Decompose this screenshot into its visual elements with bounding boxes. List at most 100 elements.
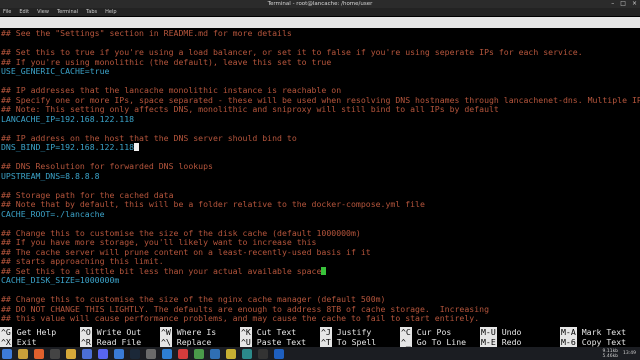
bluetooth-icon[interactable] — [274, 348, 284, 359]
terminal2-icon[interactable] — [258, 348, 268, 359]
vm-icon[interactable] — [210, 348, 220, 359]
shortcut-item: M-E Redo — [480, 337, 521, 347]
shortcut-label: Justify — [336, 327, 372, 337]
shortcut-key: ^T — [320, 337, 332, 347]
shortcut-item: ^R Read File — [80, 337, 141, 347]
taskbar-icons — [2, 348, 290, 359]
menu-help[interactable]: Help — [105, 8, 116, 16]
shortcut-label: Redo — [501, 337, 522, 347]
shortcut-item: ^\ Replace — [160, 337, 211, 347]
line-text: CACHE_DISK_SIZE=1000000m — [1, 276, 120, 285]
menu-terminal[interactable]: Terminal — [57, 8, 78, 16]
shortcut-label: Go To Line — [416, 337, 467, 347]
close-button[interactable]: × — [632, 0, 637, 8]
comment-line: ## Note that by default, this will be a … — [0, 200, 640, 210]
shortcut-item: M-U Undo — [480, 327, 521, 337]
media-icon[interactable] — [178, 348, 188, 359]
apps-icon[interactable] — [2, 348, 12, 359]
menu-tabs[interactable]: Tabs — [86, 8, 97, 16]
shortcut-key: ^W — [160, 327, 172, 337]
shortcut-key: M-U — [480, 327, 497, 337]
comment-line: ## The cache server will prune content o… — [0, 248, 640, 258]
maximize-button[interactable]: □ — [620, 0, 626, 8]
shortcut-label: Undo — [501, 327, 522, 337]
game-icon[interactable] — [194, 348, 204, 359]
line-text: ## Specify one or more IPs, space separa… — [1, 95, 640, 105]
line-text: ## If you have more storage, you'll like… — [1, 238, 317, 247]
line-text: ## Note that by default, this will be a … — [1, 200, 425, 209]
shortcut-key: ^_ — [400, 337, 412, 347]
setting-line: LANCACHE_IP=192.168.122.118 — [0, 115, 640, 125]
menu-edit[interactable]: Edit — [19, 8, 29, 16]
shortcut-item: M-A Mark Text — [560, 327, 626, 337]
nano-header: GNU nano 4.8 .env Modified — [0, 17, 640, 60]
window-controls: – □ × — [611, 0, 637, 8]
folder-icon[interactable] — [66, 348, 76, 359]
line-text: ## DNS Resolution for forwarded DNS look… — [1, 162, 213, 171]
line-text: ## IP address on the host that the DNS s… — [1, 133, 297, 143]
shortcut-key: M-6 — [560, 337, 577, 347]
shortcut-key: ^G — [0, 327, 12, 337]
files-icon[interactable] — [18, 348, 28, 359]
comment-line: ## Note: This setting only affects DNS, … — [0, 105, 640, 115]
line-text: USE_GENERIC_CACHE=true — [1, 67, 110, 76]
comment-line: ## Storage path for the cached data — [0, 191, 640, 201]
setting-line: CACHE_DISK_SIZE=1000000m — [0, 276, 640, 286]
settings-icon[interactable] — [146, 348, 156, 359]
discord-icon[interactable] — [98, 348, 108, 359]
line-text: ## starts approaching this limit. — [1, 257, 164, 266]
shortcut-label: Exit — [16, 337, 37, 347]
shortcut-key: ^U — [240, 337, 252, 347]
menu-bar: File Edit View Terminal Tabs Help — [0, 8, 640, 16]
shortcut-item: ^_ Go To Line — [400, 337, 466, 347]
shortcut-item: M-6 Copy Text — [560, 337, 626, 347]
setting-line: CACHE_ROOT=./lancache — [0, 210, 640, 220]
shortcut-item: ^W Where Is — [160, 327, 216, 337]
system-tray: 9.11kb 5.46kb 13:49 — [603, 347, 636, 360]
line-text: ## If you're using monolithic (the defau… — [1, 57, 332, 67]
comment-line: ## Set this to a little bit less than yo… — [0, 266, 640, 277]
line-text: ## this value will cause performance pro… — [1, 314, 480, 323]
mail-icon[interactable] — [114, 348, 124, 359]
menu-file[interactable]: File — [3, 8, 11, 16]
steam-icon[interactable] — [130, 348, 140, 359]
shortcut-label: Cut Text — [256, 327, 297, 337]
monitor-icon[interactable] — [242, 348, 252, 359]
shortcut-row-1: ^G Get Help ^O Write Out ^W Where Is ^K Cut… — [0, 327, 640, 337]
terminal-icon[interactable] — [50, 348, 60, 359]
comment-line: ## IP addresses that the lancache monoli… — [0, 86, 640, 96]
terminal-area[interactable]: GNU nano 4.8 .env Modified ## See the "S… — [0, 17, 640, 347]
notes-icon[interactable] — [226, 348, 236, 359]
comment-line: ## Specify one or more IPs, space separa… — [0, 96, 640, 106]
clock[interactable]: 13:49 — [623, 351, 636, 356]
line-text: ## DO NOT CHANGE THIS LIGHTLY. The defau… — [1, 304, 489, 314]
setting-line: DNS_BIND_IP=192.168.122.118 — [0, 143, 640, 153]
menu-view[interactable]: View — [37, 8, 49, 16]
shortcut-item: ^O Write Out — [80, 327, 141, 337]
window-title: Terminal - root@lancache: /home/user — [267, 1, 373, 7]
shortcut-key: ^\ — [160, 337, 172, 347]
comment-line: ## Change this to customise the size of … — [0, 295, 640, 305]
taskbar: 9.11kb 5.46kb 13:49 — [0, 347, 640, 360]
line-text: ## Storage path for the cached data — [1, 190, 174, 200]
browser-icon[interactable] — [34, 348, 44, 359]
code-icon[interactable] — [162, 348, 172, 359]
chat-icon[interactable] — [82, 348, 92, 359]
editor-text-area[interactable]: ## See the "Settings" section in README.… — [0, 29, 640, 333]
shortcut-item: ^C Cur Pos — [400, 327, 451, 337]
shortcut-key: ^J — [320, 327, 332, 337]
shortcut-key: ^X — [0, 337, 12, 347]
line-text: ## Change this to customise the size of … — [1, 295, 386, 304]
minimize-button[interactable]: – — [611, 0, 614, 8]
comment-line: ## starts approaching this limit. — [0, 257, 640, 267]
shortcut-label: Replace — [176, 337, 212, 347]
line-text: ## The cache server will prune content o… — [1, 247, 371, 257]
window-titlebar: Terminal - root@lancache: /home/user – □… — [0, 0, 640, 8]
shortcut-item: ^U Paste Text — [240, 337, 306, 347]
line-text: LANCACHE_IP=192.168.122.118 — [1, 114, 135, 124]
